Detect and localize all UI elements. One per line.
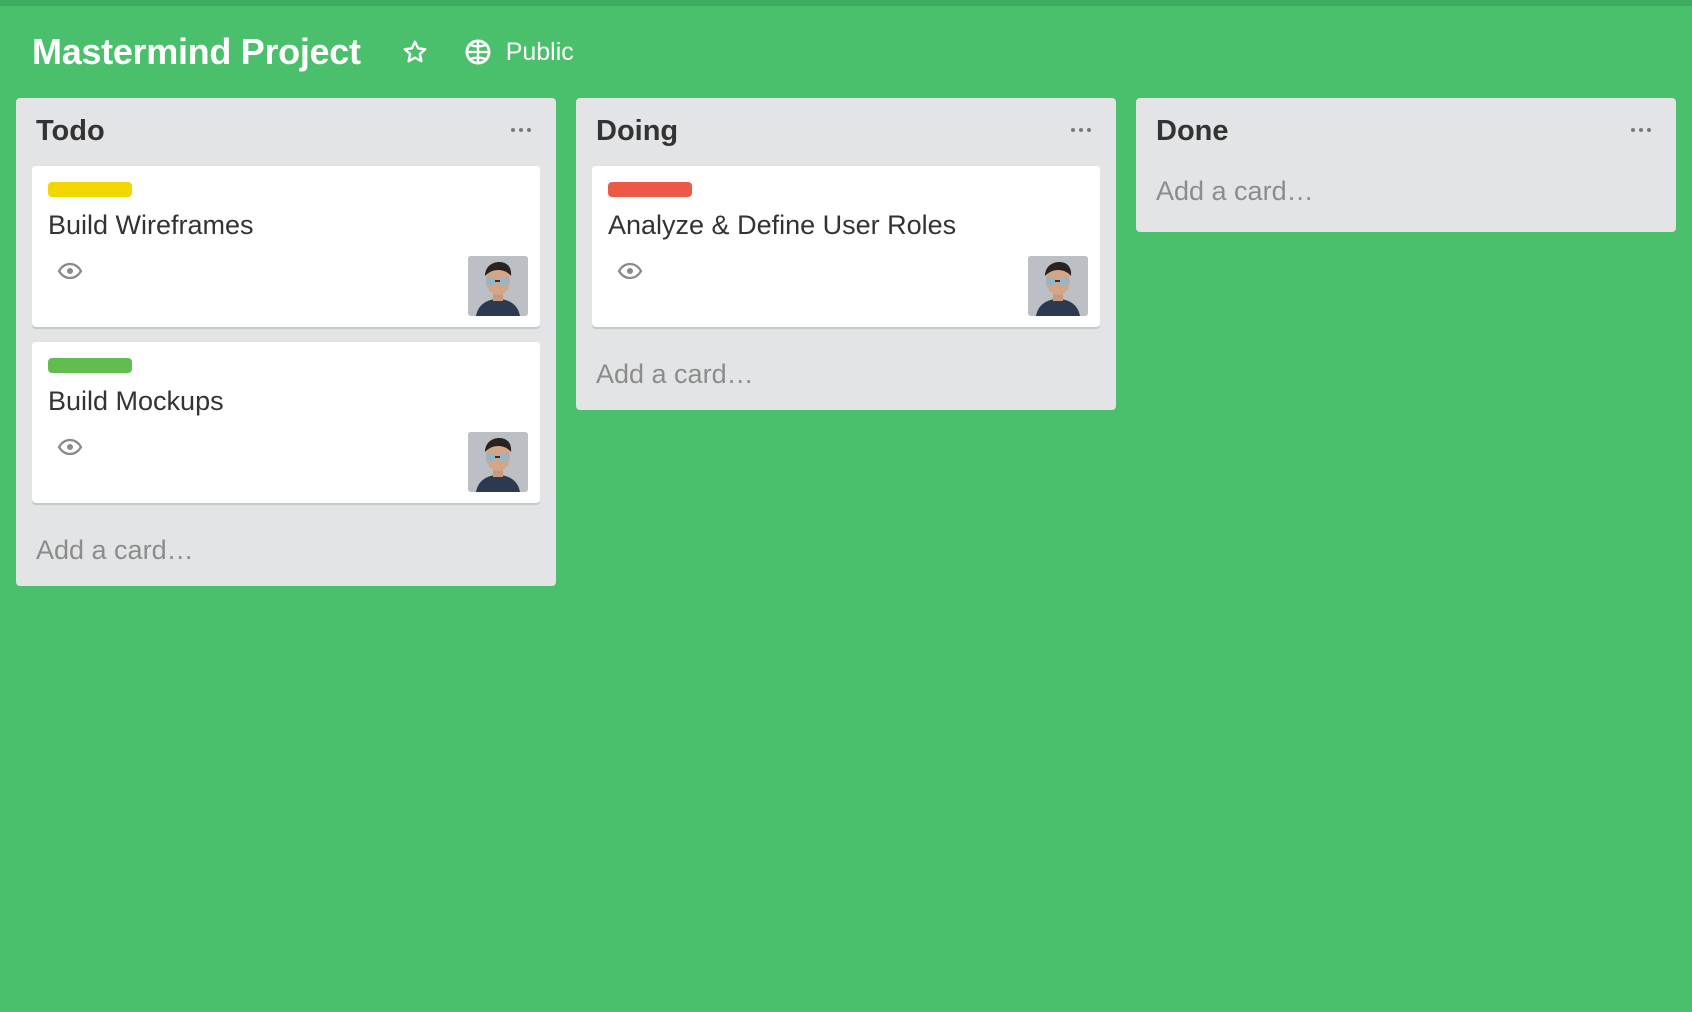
list-menu-button[interactable] bbox=[1626, 120, 1656, 140]
list-header: Done bbox=[1136, 98, 1676, 166]
list-title[interactable]: Doing bbox=[596, 115, 678, 148]
board-top-strip bbox=[0, 0, 1692, 6]
list-header: Todo bbox=[16, 98, 556, 166]
star-board-button[interactable] bbox=[399, 36, 431, 68]
card-title: Build Wireframes bbox=[48, 210, 254, 240]
add-card-button[interactable]: Add a card… bbox=[16, 518, 556, 586]
add-card-button[interactable]: Add a card… bbox=[1136, 166, 1676, 232]
avatar[interactable] bbox=[1028, 256, 1088, 316]
board-title[interactable]: Mastermind Project bbox=[32, 31, 361, 73]
ellipsis-icon bbox=[511, 128, 515, 132]
card-analyze-define-user-roles[interactable]: Analyze & Define User Roles bbox=[592, 166, 1100, 327]
card-label bbox=[48, 358, 132, 373]
list-title[interactable]: Todo bbox=[36, 115, 105, 148]
list-header: Doing bbox=[576, 98, 1116, 166]
visibility-button[interactable]: Public bbox=[463, 36, 574, 68]
avatar[interactable] bbox=[468, 256, 528, 316]
card-title: Analyze & Define User Roles bbox=[608, 210, 957, 240]
globe-icon bbox=[463, 37, 493, 67]
list-title[interactable]: Done bbox=[1156, 115, 1229, 148]
add-card-button[interactable]: Add a card… bbox=[576, 342, 1116, 410]
list-menu-button[interactable] bbox=[1066, 120, 1096, 140]
eye-icon bbox=[616, 261, 644, 281]
card-title: Build Mockups bbox=[48, 386, 224, 416]
avatar[interactable] bbox=[468, 432, 528, 492]
card-build-wireframes[interactable]: Build Wireframes bbox=[32, 166, 540, 327]
card-label bbox=[48, 182, 132, 197]
list-todo: Todo Build Wireframes Build Mockups Add … bbox=[16, 98, 556, 586]
card-label bbox=[608, 182, 692, 197]
board-header: Mastermind Project Public bbox=[32, 30, 574, 74]
ellipsis-icon bbox=[1631, 128, 1635, 132]
list-menu-button[interactable] bbox=[506, 120, 536, 140]
eye-icon bbox=[56, 437, 84, 457]
list-doing: Doing Analyze & Define User Roles Add a … bbox=[576, 98, 1116, 410]
ellipsis-icon bbox=[1071, 128, 1075, 132]
card-build-mockups[interactable]: Build Mockups bbox=[32, 342, 540, 503]
list-done: Done Add a card… bbox=[1136, 98, 1676, 232]
eye-icon bbox=[56, 261, 84, 281]
visibility-label: Public bbox=[505, 37, 574, 66]
star-icon bbox=[403, 40, 427, 63]
